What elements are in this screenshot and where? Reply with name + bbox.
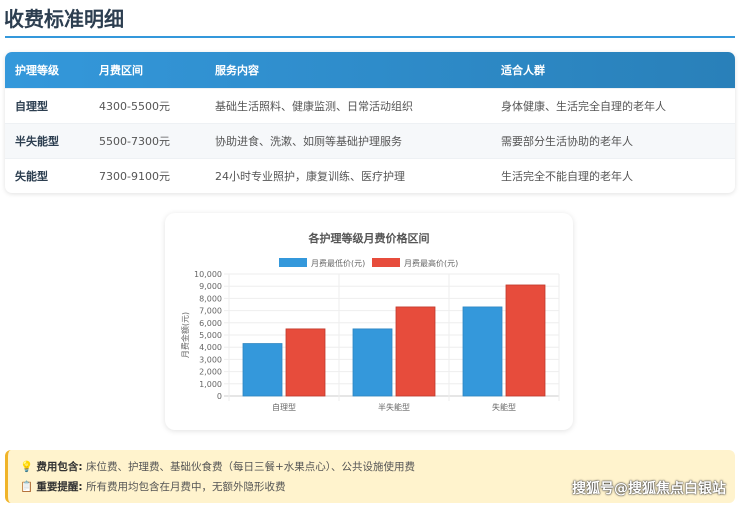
chart-title: 各护理等级月费价格区间 (308, 231, 430, 245)
cell-service: 24小时专业照护，康复训练、医疗护理 (215, 170, 405, 183)
y-tick-label: 2,000 (199, 368, 222, 377)
cell-service: 基础生活照料、健康监测、日常活动组织 (215, 100, 413, 113)
legend-swatch (372, 258, 400, 267)
fee-label: 费用包含: (36, 461, 83, 473)
table-header: 护理等级 月费区间 服务内容 适合人群 (5, 52, 735, 88)
chart-card: 各护理等级月费价格区间 月费最低价(元) 月费最高价(元) 0 1,000 2,000… (165, 213, 573, 430)
fee-included-note: 💡 费用包含: 床位费、护理费、基础伙食费（每日三餐+水果点心）、公共设施使用费 (20, 459, 735, 474)
header-cell: 月费区间 (99, 64, 143, 77)
y-axis-label: 月费金额(元) (180, 312, 190, 358)
header-cell: 护理等级 (15, 64, 59, 77)
header-cell: 服务内容 (215, 64, 259, 77)
cell-level: 半失能型 (15, 135, 59, 148)
y-tick-label: 9,000 (199, 282, 222, 291)
bar-max (285, 328, 326, 397)
cell-price: 7300-9100元 (99, 170, 170, 183)
cell-price: 5500-7300元 (99, 135, 170, 148)
bar-min (462, 306, 503, 397)
cell-service: 协助进食、洗漱、如厕等基础护理服务 (215, 135, 402, 148)
fee-text: 床位费、护理费、基础伙食费（每日三餐+水果点心）、公共设施使用费 (85, 461, 416, 473)
watermark: 搜狐号@搜狐焦点白银站 (572, 481, 726, 497)
bar-min (352, 328, 393, 397)
y-tick-label: 6,000 (199, 319, 222, 328)
y-tick-label: 5,000 (199, 331, 222, 340)
y-tick-label: 1,000 (199, 380, 222, 389)
cell-target: 身体健康、生活完全自理的老年人 (501, 100, 666, 113)
bar-max (505, 284, 546, 397)
fee-table: 护理等级 月费区间 服务内容 适合人群 自理型 4300-5500元 基础生活照… (5, 52, 735, 193)
legend-swatch (279, 258, 307, 267)
legend-label: 月费最高价(元) (404, 258, 458, 268)
y-tick-label: 8,000 (199, 294, 222, 303)
x-tick-label: 自理型 (272, 402, 296, 412)
x-tick-label: 半失能型 (378, 402, 410, 412)
y-tick-label: 10,000 (194, 270, 222, 279)
clipboard-icon: 📋 (20, 481, 34, 493)
y-tick-label: 0 (217, 392, 222, 401)
cell-level: 自理型 (15, 100, 48, 113)
table-row: 半失能型 5500-7300元 协助进食、洗漱、如厕等基础护理服务 需要部分生活… (5, 123, 735, 158)
page-title: 收费标准明细 (4, 7, 124, 31)
table-row: 自理型 4300-5500元 基础生活照料、健康监测、日常活动组织 身体健康、生… (5, 88, 735, 123)
lightbulb-icon: 💡 (20, 461, 34, 473)
title-divider (5, 36, 735, 38)
table-row: 失能型 7300-9100元 24小时专业照护，康复训练、医疗护理 生活完全不能… (5, 158, 735, 193)
price-bar-chart: 各护理等级月费价格区间 月费最低价(元) 月费最高价(元) 0 1,000 2,000… (180, 231, 560, 412)
y-tick-label: 3,000 (199, 355, 222, 364)
x-tick-label: 失能型 (492, 402, 516, 412)
header-cell: 适合人群 (501, 64, 545, 77)
bar-max (395, 306, 436, 397)
cell-price: 4300-5500元 (99, 100, 170, 113)
remind-label: 重要提醒: (36, 481, 83, 493)
cell-level: 失能型 (15, 170, 48, 183)
y-tick-label: 4,000 (199, 343, 222, 352)
y-tick-label: 7,000 (199, 307, 222, 316)
bar-min (242, 343, 283, 397)
cell-target: 生活完全不能自理的老年人 (501, 170, 633, 183)
cell-target: 需要部分生活协助的老年人 (501, 135, 633, 148)
legend-label: 月费最低价(元) (311, 258, 365, 268)
remind-text: 所有费用均包含在月费中，无额外隐形收费 (85, 481, 286, 493)
